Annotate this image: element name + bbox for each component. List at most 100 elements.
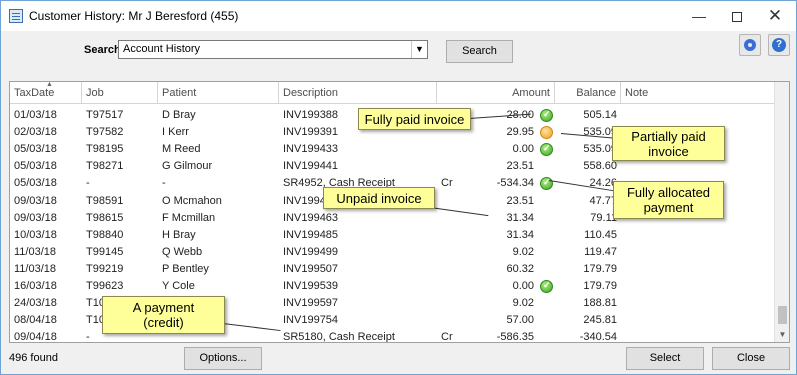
cell-date: 08/04/18 bbox=[14, 314, 57, 327]
cell-desc: INV199441 bbox=[283, 160, 339, 173]
cell-date: 09/04/18 bbox=[14, 331, 57, 343]
cell-patient: G Gilmour bbox=[162, 160, 213, 173]
cell-amount: -534.34 bbox=[496, 177, 534, 190]
cell-patient: M Reed bbox=[162, 143, 201, 156]
search-type-select[interactable]: Account History ▼ bbox=[118, 40, 428, 59]
cell-patient: - bbox=[162, 177, 166, 190]
cell-date: 05/03/18 bbox=[14, 177, 57, 190]
table-row[interactable]: 10/03/18 T98840 H Bray INV199485 31.34 110.45 bbox=[10, 227, 775, 244]
cell-patient: P Bentley bbox=[162, 262, 209, 275]
cell-balance: 245.81 bbox=[583, 314, 617, 327]
cell-amount: 9.02 bbox=[512, 245, 534, 258]
help-button[interactable]: ? bbox=[768, 34, 790, 56]
partial-status-icon bbox=[540, 126, 553, 140]
cell-amount: 9.02 bbox=[512, 297, 534, 310]
table-row[interactable]: 11/03/18 T99219 P Bentley INV199507 60.32 179… bbox=[10, 261, 775, 278]
scroll-down-icon[interactable]: ▼ bbox=[775, 327, 789, 342]
callout-fully-allocated: Fully allocated payment bbox=[613, 181, 724, 219]
cell-balance: 179.79 bbox=[583, 262, 617, 275]
cell-desc: SR5180, Cash Receipt bbox=[283, 331, 395, 343]
cell-desc: INV199499 bbox=[283, 245, 339, 258]
cell-date: 24/03/18 bbox=[14, 297, 57, 310]
window-title: Customer History: Mr J Beresford (455) bbox=[29, 9, 239, 23]
cell-desc: INV199433 bbox=[283, 143, 339, 156]
cell-amount: 23.51 bbox=[506, 160, 534, 173]
title-bar: Customer History: Mr J Beresford (455) —… bbox=[1, 1, 796, 31]
settings-button[interactable] bbox=[739, 34, 761, 56]
grid-header: ▲ TaxDate Job Patient Description Amount… bbox=[10, 82, 775, 104]
cell-job: T97582 bbox=[86, 126, 124, 139]
cell-amount: 60.32 bbox=[506, 262, 534, 275]
callout-unpaid: Unpaid invoice bbox=[323, 187, 435, 209]
column-header-description[interactable]: Description bbox=[279, 82, 437, 104]
cell-balance: 47.77 bbox=[589, 194, 617, 207]
callout-payment-credit: A payment (credit) bbox=[102, 296, 225, 334]
column-header-job[interactable]: Job bbox=[82, 82, 158, 104]
cell-patient: I Kerr bbox=[162, 126, 189, 139]
customer-history-window: Customer History: Mr J Beresford (455) —… bbox=[0, 0, 797, 375]
cell-job: T98271 bbox=[86, 160, 124, 173]
cell-patient: H Bray bbox=[162, 228, 196, 241]
column-header-note[interactable]: Note bbox=[621, 82, 775, 104]
search-button[interactable]: Search bbox=[446, 40, 513, 63]
cell-date: 10/03/18 bbox=[14, 228, 57, 241]
cell-patient: O Mcmahon bbox=[162, 194, 222, 207]
table-row[interactable]: 16/03/18 T99623 Y Cole INV199539 0.00 179.79 bbox=[10, 278, 775, 295]
help-icon: ? bbox=[772, 38, 786, 52]
cell-date: 11/03/18 bbox=[14, 245, 57, 258]
cell-balance: 110.45 bbox=[584, 228, 617, 241]
cell-job: T98195 bbox=[86, 143, 124, 156]
search-type-value: Account History bbox=[123, 43, 201, 55]
cell-date: 05/03/18 bbox=[14, 160, 57, 173]
gear-icon bbox=[744, 39, 756, 51]
vertical-scrollbar[interactable]: ▼ bbox=[774, 82, 789, 342]
select-button[interactable]: Select bbox=[626, 347, 704, 370]
cell-date: 02/03/18 bbox=[14, 126, 57, 139]
column-header-patient[interactable]: Patient bbox=[158, 82, 279, 104]
callout-partially-paid: Partially paid invoice bbox=[612, 126, 725, 161]
chevron-down-icon[interactable]: ▼ bbox=[411, 41, 427, 58]
cell-date: 11/03/18 bbox=[14, 262, 57, 275]
maximize-button[interactable] bbox=[719, 1, 755, 31]
cell-patient: D Bray bbox=[162, 109, 196, 121]
minimize-button[interactable]: — bbox=[681, 1, 717, 31]
cell-desc: INV199597 bbox=[283, 297, 339, 310]
column-header-taxdate[interactable]: ▲ TaxDate bbox=[10, 82, 82, 104]
maximize-icon bbox=[732, 12, 742, 23]
cell-date: 09/03/18 bbox=[14, 194, 57, 207]
cell-job: T98615 bbox=[86, 211, 124, 224]
cell-job: T97517 bbox=[86, 109, 124, 121]
cell-patient: F Mcmillan bbox=[162, 211, 216, 224]
cell-patient: Q Webb bbox=[162, 245, 203, 258]
cell-date: 05/03/18 bbox=[14, 143, 57, 156]
options-button[interactable]: Options... bbox=[184, 347, 262, 370]
search-label: Search bbox=[84, 44, 121, 56]
cell-date: 09/03/18 bbox=[14, 211, 57, 224]
window-app-icon bbox=[9, 9, 23, 23]
close-window-button[interactable]: ✕ bbox=[757, 1, 793, 31]
scrollbar-thumb[interactable] bbox=[778, 306, 787, 324]
cell-balance: 179.79 bbox=[583, 280, 617, 292]
cell-job: T99145 bbox=[86, 245, 124, 258]
cell-job: T98840 bbox=[86, 228, 124, 241]
cell-desc: INV199754 bbox=[283, 314, 339, 327]
close-button[interactable]: Close bbox=[712, 347, 790, 370]
column-header-amount[interactable]: Amount bbox=[437, 82, 555, 104]
cell-desc: INV199539 bbox=[283, 280, 339, 292]
cell-balance: 79.11 bbox=[590, 211, 617, 224]
cell-amount: 57.00 bbox=[506, 314, 534, 327]
callout-fully-paid: Fully paid invoice bbox=[358, 108, 471, 130]
cell-balance: -340.54 bbox=[579, 331, 617, 343]
cell-desc: INV199507 bbox=[283, 262, 339, 275]
paid-status-icon bbox=[540, 109, 553, 122]
cell-job: T99623 bbox=[86, 280, 124, 292]
results-count: 496 found bbox=[9, 352, 58, 364]
column-header-balance[interactable]: Balance bbox=[555, 82, 621, 104]
paid-status-icon bbox=[540, 143, 553, 157]
cell-desc: INV199485 bbox=[283, 228, 339, 241]
cell-amount: 0.00 bbox=[512, 143, 534, 156]
cell-job: - bbox=[86, 177, 90, 190]
cell-date: 16/03/18 bbox=[14, 280, 57, 292]
sort-ascending-icon: ▲ bbox=[46, 81, 53, 88]
table-row[interactable]: 11/03/18 T99145 Q Webb INV199499 9.02 119.47 bbox=[10, 244, 775, 261]
